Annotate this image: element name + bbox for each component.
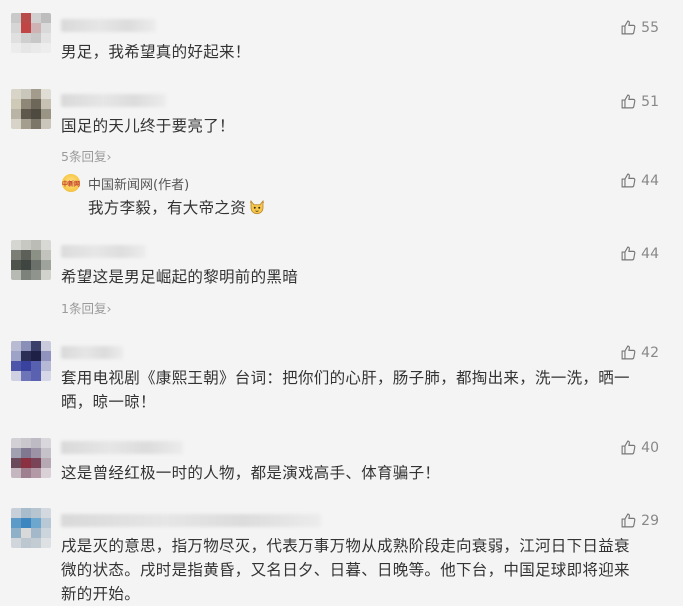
username-blurred[interactable] (61, 514, 321, 527)
avatar[interactable] (11, 341, 51, 381)
comment-text: 国足的天儿终于要亮了！ (61, 117, 235, 135)
comment-text: 希望这是男足崛起的黎明前的黑暗 (61, 268, 299, 286)
like-count: 40 (641, 439, 659, 456)
username-blurred[interactable] (61, 245, 146, 258)
thumbs-up-icon (621, 440, 636, 455)
avatar[interactable] (11, 13, 51, 53)
author-avatar-text: 中新网 (62, 180, 81, 188)
comment-text-line: 戌是灭的意思，指万物尽灭，代表万事万物从成熟阶段走向衰弱，江河日下日益衰 (61, 537, 630, 555)
username-blurred[interactable] (61, 441, 183, 454)
like-count: 42 (641, 344, 659, 361)
comment-text: 这是曾经红极一时的人物，都是演戏高手、体育骗子！ (61, 464, 441, 482)
comment-text-line: 新的开始。 (61, 585, 141, 603)
author-reply-text-content: 我方李毅，有大帝之资 (88, 199, 247, 217)
author-name[interactable]: 中国新闻网(作者) (88, 174, 189, 193)
view-replies-link[interactable]: 1条回复› (61, 298, 111, 317)
thumbs-up-icon (621, 20, 636, 35)
like-count: 44 (641, 245, 659, 262)
like-button[interactable]: 29 (620, 512, 659, 529)
comment-text: 男足，我希望真的好起来！ (61, 43, 251, 61)
thumbs-up-icon (621, 345, 636, 360)
like-button[interactable]: 55 (620, 19, 659, 36)
like-count: 44 (641, 172, 659, 189)
author-reply-text: 我方李毅，有大帝之资 (88, 196, 266, 218)
like-count: 55 (641, 19, 659, 36)
username-blurred[interactable] (61, 346, 123, 359)
thumbs-up-icon (621, 246, 636, 261)
thumbs-up-icon (621, 513, 636, 528)
like-button[interactable]: 44 (620, 172, 659, 189)
view-replies-link[interactable]: 5条回复› (61, 146, 111, 165)
avatar[interactable] (11, 508, 51, 548)
like-button[interactable]: 44 (620, 245, 659, 262)
username-blurred[interactable] (61, 19, 156, 32)
avatar[interactable] (11, 438, 51, 478)
comment-text-line: 晒，晾一晾！ (61, 393, 156, 411)
cat-face-icon (249, 199, 265, 215)
comment-text-line: 微的状态。戌时是指黄昏，又名日夕、日暮、日晚等。他下台，中国足球即将迎来 (61, 561, 630, 579)
avatar[interactable] (11, 240, 51, 280)
author-avatar[interactable]: 中新网 (62, 174, 80, 192)
comment-text: 套用电视剧《康熙王朝》台词：把你们的心肝，肠子肺，都掏出来，洗一洗，晒一 晒，晾… (61, 366, 661, 414)
like-count: 29 (641, 512, 659, 529)
avatar[interactable] (11, 89, 51, 129)
like-button[interactable]: 42 (620, 344, 659, 361)
comment-text-line: 套用电视剧《康熙王朝》台词：把你们的心肝，肠子肺，都掏出来，洗一洗，晒一 (61, 369, 630, 387)
thumbs-up-icon (621, 173, 636, 188)
username-blurred[interactable] (61, 94, 166, 107)
like-button[interactable]: 51 (620, 93, 659, 110)
like-button[interactable]: 40 (620, 439, 659, 456)
comment-text: 戌是灭的意思，指万物尽灭，代表万事万物从成熟阶段走向衰弱，江河日下日益衰 微的状… (61, 534, 661, 606)
like-count: 51 (641, 93, 659, 110)
thumbs-up-icon (621, 94, 636, 109)
